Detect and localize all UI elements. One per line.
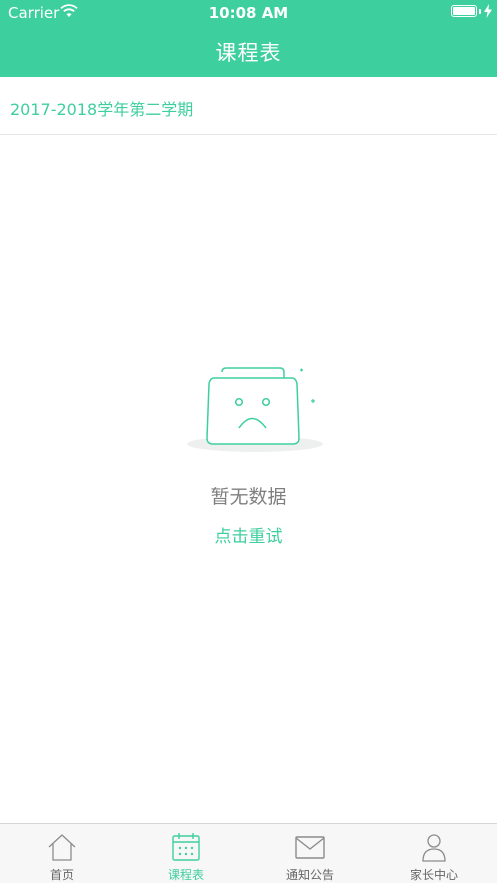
tab-notices[interactable]: 通知公告	[248, 824, 372, 884]
semester-label: 2017-2018学年第二学期	[10, 100, 194, 119]
calendar-icon	[172, 833, 200, 861]
envelope-icon	[295, 836, 325, 859]
battery-icon	[451, 5, 477, 17]
tab-schedule-label: 课程表	[167, 868, 204, 882]
tab-home-label: 首页	[49, 868, 74, 882]
empty-box-icon	[187, 367, 323, 452]
tab-parent-center[interactable]: 家长中心	[372, 824, 496, 884]
tab-notices-label: 通知公告	[285, 868, 334, 882]
home-icon	[48, 834, 76, 861]
tab-schedule[interactable]: 课程表	[124, 824, 248, 884]
charging-icon	[484, 4, 492, 18]
retry-button[interactable]: 点击重试	[0, 522, 497, 547]
page-title: 课程表	[215, 41, 282, 65]
app-header: Carrier 10:08 AM 课程表	[0, 0, 497, 77]
person-icon	[422, 834, 446, 862]
tab-bar: 首页 课程表 通知公告 家长中心	[0, 823, 497, 883]
status-bar: Carrier 10:08 AM	[0, 0, 497, 25]
tab-home[interactable]: 首页	[0, 824, 124, 884]
empty-message: 暂无数据	[210, 486, 287, 508]
status-time: 10:08 AM	[208, 4, 289, 22]
battery-cap	[479, 9, 481, 14]
tab-parent-center-label: 家长中心	[409, 868, 458, 882]
semester-selector[interactable]: 2017-2018学年第二学期	[0, 77, 497, 135]
